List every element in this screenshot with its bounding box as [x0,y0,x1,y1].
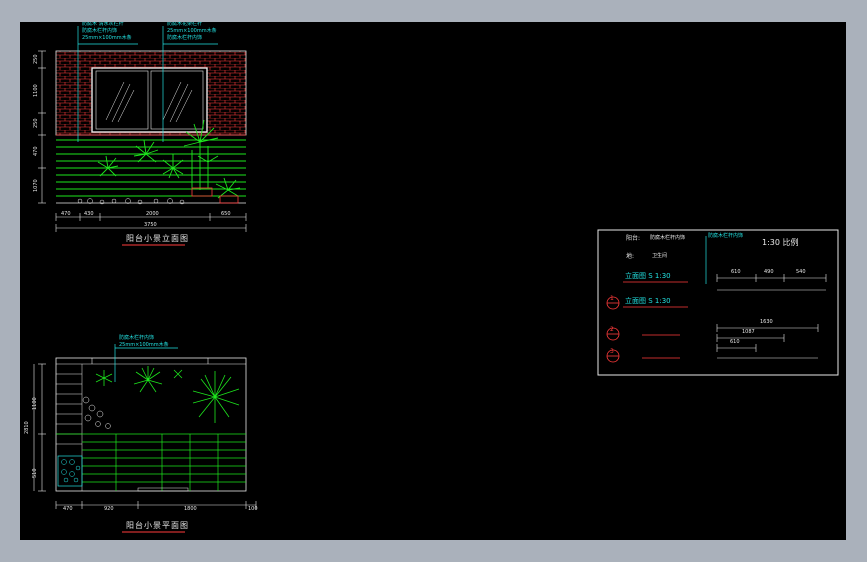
window-frame [91,67,208,133]
plan-view [33,344,257,533]
legend-dim-bottom-small: 610 [730,339,740,345]
cad-model-space[interactable]: 防腐木 清水灰栏杆 防腐木栏杆内饰 25mm×100mm木条 防腐木花架栏杆 2… [20,22,846,540]
legend-scale-label: 1:30 比例 [762,238,799,247]
legend-dim-top-3: 540 [796,269,806,275]
plan-dim-3: 1800 [184,506,197,512]
legend-dim-bottom-total: 1630 [760,319,773,325]
plan-dim-2: 920 [104,506,114,512]
legend-dim-bottom-mid: 1087 [742,329,755,335]
elev-dim-3: 2000 [146,211,159,217]
plan-title: 阳台小景平面图 [126,521,189,530]
legend-marker-1: 1 [610,295,614,302]
legend-elevation-row2: 立面图 S 1:30 [625,297,671,305]
elev-dim-4: 650 [221,211,231,217]
elev-dim-left-3: 250 [33,118,39,128]
elevation-note-right-1: 防腐木花架栏杆 [167,22,203,27]
elevation-title: 阳台小景立面图 [126,234,189,243]
elevation-note-3: 25mm×100mm木条 [82,35,132,41]
legend-note-right: 防腐木栏杆内饰 [708,233,744,239]
legend-marker-2: 2 [610,326,614,333]
elev-dim-left-2: 1100 [33,84,39,97]
elevation-note-right-2: 25mm×100mm木条 [167,28,217,34]
elev-dim-2: 430 [84,211,94,217]
legend-floor-label: 地: [626,253,635,260]
legend-note-label: 阳台: [626,235,641,242]
elev-dim-1: 470 [61,211,71,217]
legend-elevation-row1: 立面图 S 1:30 [625,272,671,280]
elevation-note-2: 防腐木栏杆内饰 [82,28,118,34]
legend-floor-value: 卫生间 [652,253,668,259]
plan-dim-left-1: 1100 [32,397,38,410]
legend-note-value: 防腐木栏杆内饰 [650,235,686,241]
plan-note-2: 25mm×100mm木条 [119,342,169,348]
elev-dim-left-1: 250 [33,54,39,64]
elev-dim-left-4: 470 [33,146,39,156]
elevation-note-1: 防腐木 清水灰栏杆 [82,22,124,27]
legend-dim-top-2: 490 [764,269,774,275]
plan-dim-left-2: 2810 [24,421,30,434]
plan-note-1: 防腐木栏杆内饰 [119,335,155,341]
elev-dim-total: 3750 [144,222,157,228]
legend-marker-3: 3 [610,348,614,355]
plan-dim-4: 100 [248,506,258,512]
legend-dim-top-1: 610 [731,269,741,275]
elev-dim-left-5: 1070 [33,179,39,192]
plan-dim-left-3: 510 [32,468,38,478]
plan-dim-1: 470 [63,506,73,512]
elevation-note-right-3: 防腐木栏杆内饰 [167,35,203,41]
cad-drawing [33,26,839,533]
